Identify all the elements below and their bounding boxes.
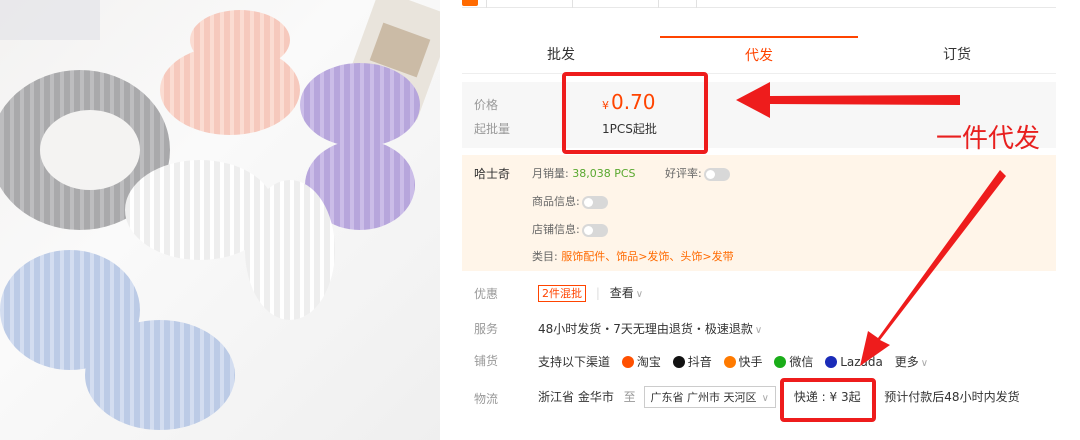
screen: 批发 代发 订货 价格 ¥0.70 起批量 1PCS起批 哈士奇 月销量: 38… [0, 0, 1080, 440]
shop-logo-icon[interactable] [462, 0, 478, 6]
tab-wholesale[interactable]: 批发 [462, 36, 660, 74]
channel-name: 微信 [789, 355, 814, 369]
store-info-label: 店铺信息: [532, 223, 580, 236]
shop-info-section: 哈士奇 月销量: 38,038 PCS 好评率: 商品信息: 店铺信息: 类目:… [462, 155, 1056, 271]
product-detail-panel: 批发 代发 订货 价格 ¥0.70 起批量 1PCS起批 哈士奇 月销量: 38… [462, 0, 1056, 440]
tab-order[interactable]: 订货 [858, 36, 1056, 74]
channel-name: 快手 [738, 355, 763, 369]
channel-kuaishou[interactable]: 快手 [723, 353, 763, 370]
shipping-note: 预计付款后48小时内发货 [884, 390, 1020, 404]
toolbar-divider [486, 0, 487, 8]
service-row[interactable]: 48小时发货・7天无理由退货・极速退款 ∨ [538, 320, 762, 337]
kuaishou-icon [723, 356, 736, 368]
category-row: 类目: 服饰配件、饰品>发饰、头饰>发带 [532, 248, 734, 264]
channel-name: Lazada [840, 355, 883, 369]
annotation-label: 一件代发 [936, 124, 1041, 154]
service-value: 48小时发货・7天无理由退货・极速退款 [538, 322, 753, 336]
purchase-mode-tabs: 批发 代发 订货 [462, 36, 1056, 74]
moq-label: 起批量 [474, 122, 511, 136]
chevron-down-icon[interactable]: ∨ [636, 289, 643, 300]
ship-to-word: 至 [623, 390, 636, 404]
toolbar-divider [658, 0, 659, 8]
top-toolbar [462, 0, 1056, 8]
shop-name[interactable]: 哈士奇 [474, 165, 510, 182]
taobao-icon [621, 356, 634, 368]
channel-wechat[interactable]: 微信 [774, 353, 813, 370]
channels-label: 铺货 [474, 354, 499, 368]
store-info-row: 店铺信息: [532, 221, 608, 237]
lazada-icon [825, 356, 838, 368]
toolbar-divider [696, 0, 697, 8]
headbands-illustration [0, 0, 440, 430]
promo-label: 优惠 [474, 287, 499, 301]
product-info-row: 商品信息: [532, 193, 608, 209]
channel-taobao[interactable]: 淘宝 [621, 353, 661, 370]
chevron-down-icon: ∨ [920, 358, 929, 369]
channels-intro: 支持以下渠道 [538, 355, 611, 369]
monthly-sales-label: 月销量: [532, 167, 569, 180]
express-highlight-box [780, 378, 876, 422]
channel-lazada[interactable]: Lazada [825, 355, 883, 369]
shop-stats-row: 月销量: 38,038 PCS 好评率: [532, 165, 730, 181]
category-value[interactable]: 服饰配件、饰品>发饰、头饰>发带 [561, 250, 733, 263]
ship-from: 浙江省 金华市 [538, 390, 614, 404]
monthly-sales-value: 38,038 PCS [572, 167, 636, 180]
good-rate-label: 好评率: [665, 167, 702, 180]
product-photo[interactable] [0, 0, 440, 440]
product-info-label: 商品信息: [532, 195, 580, 208]
service-label: 服务 [474, 322, 499, 336]
tab-dropship[interactable]: 代发 [660, 36, 858, 74]
douyin-icon [672, 356, 685, 368]
price-highlight-box [562, 72, 708, 154]
ship-to-value: 广东省 广州市 天河区 [650, 391, 757, 404]
promo-row: 2件混批 | 查看 ∨ [538, 284, 643, 302]
channel-name: 抖音 [687, 355, 712, 369]
promo-view-link[interactable]: 查看 [610, 286, 634, 300]
logistics-label: 物流 [474, 392, 499, 406]
channels-more[interactable]: 更多 ∨ [895, 355, 928, 369]
ship-to-select[interactable]: 广东省 广州市 天河区 ∨ [643, 386, 776, 408]
more-label: 更多 [894, 355, 919, 369]
price-label: 价格 [474, 98, 499, 112]
good-rate-toggle[interactable] [703, 167, 730, 181]
channel-douyin[interactable]: 抖音 [672, 353, 712, 370]
wechat-icon [774, 356, 787, 368]
product-info-toggle[interactable] [581, 195, 608, 209]
channel-name: 淘宝 [636, 355, 661, 369]
promo-tag: 2件混批 [538, 285, 586, 302]
category-label: 类目: [532, 250, 558, 263]
chevron-down-icon: ∨ [758, 393, 769, 404]
toolbar-divider [572, 0, 573, 8]
store-info-toggle[interactable] [581, 223, 608, 237]
chevron-down-icon[interactable]: ∨ [755, 325, 762, 336]
channels-row: 支持以下渠道 淘宝 抖音 快手 微信 Lazada 更多 ∨ [538, 353, 928, 370]
logistics-row: 浙江省 金华市 至 广东省 广州市 天河区 ∨ 快递 : ¥ 3起 | 预计付款… [538, 386, 1020, 408]
